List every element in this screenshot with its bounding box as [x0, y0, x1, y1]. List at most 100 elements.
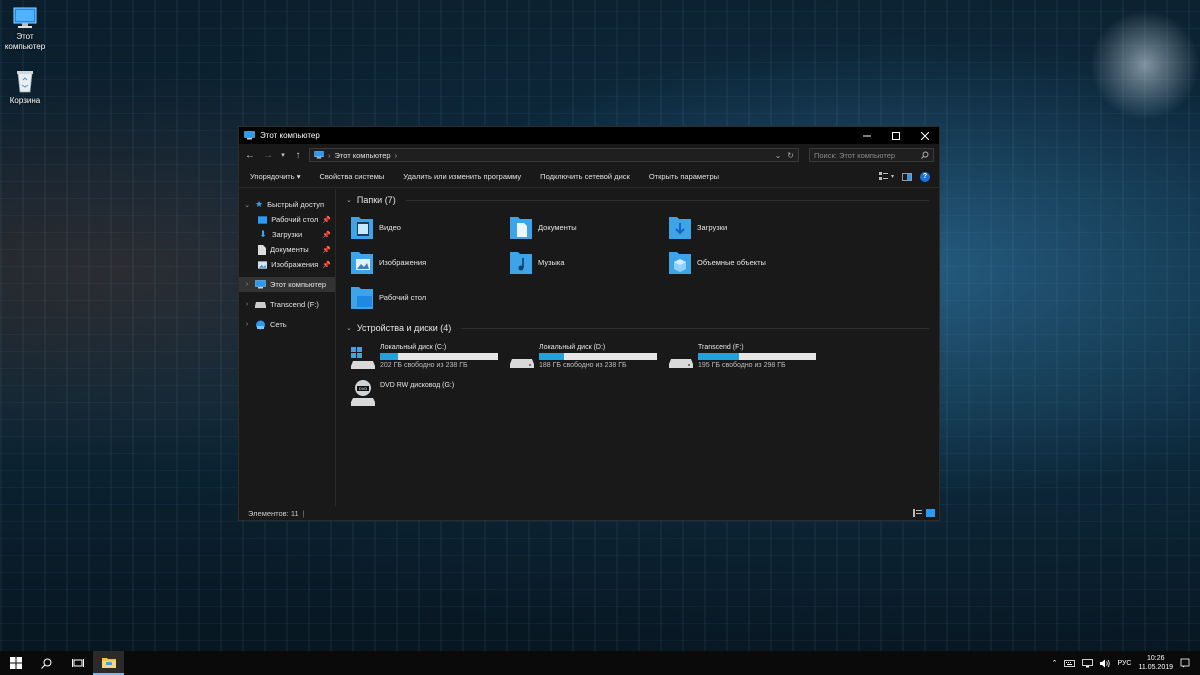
- drive-d[interactable]: Локальный диск (D:) 188 ГБ свободно из 2…: [509, 341, 668, 373]
- folder-3d-objects[interactable]: Объемные объекты: [668, 248, 827, 276]
- folder-desktop[interactable]: Рабочий стол: [350, 283, 509, 311]
- pin-icon[interactable]: 📌: [322, 261, 331, 269]
- back-button[interactable]: ←: [243, 150, 257, 161]
- folder-videos[interactable]: Видео: [350, 213, 509, 241]
- search-placeholder: Поиск: Этот компьютер: [814, 150, 896, 160]
- large-icons-view-icon[interactable]: [926, 509, 935, 517]
- group-header-folders[interactable]: ⌄ Папки (7): [346, 193, 939, 207]
- group-header-devices[interactable]: ⌄ Устройства и диски (4): [346, 321, 939, 335]
- refresh-icon[interactable]: ↻: [787, 151, 794, 160]
- title-bar[interactable]: Этот компьютер: [239, 127, 939, 144]
- dvd-drive-icon: DVD: [351, 380, 375, 406]
- task-view-icon: [71, 659, 84, 667]
- uninstall-program-button[interactable]: Удалить или изменить программу: [403, 172, 521, 181]
- address-dropdown-icon[interactable]: ⌄: [775, 151, 782, 160]
- computer-icon: [314, 151, 324, 159]
- close-button[interactable]: [910, 127, 939, 144]
- folder-label: Видео: [379, 222, 401, 232]
- chevron-right-icon[interactable]: ›: [243, 301, 251, 308]
- maximize-button[interactable]: [881, 127, 910, 144]
- pin-icon[interactable]: 📌: [322, 231, 331, 239]
- desktop-icon-label: Этот компьютер: [4, 32, 46, 51]
- map-network-drive-button[interactable]: Подключить сетевой диск: [540, 172, 630, 181]
- language-indicator[interactable]: РУС: [1117, 660, 1131, 667]
- music-folder-icon: [510, 252, 532, 274]
- search-button[interactable]: [31, 651, 62, 675]
- notifications-icon[interactable]: [1180, 658, 1190, 668]
- forward-button[interactable]: →: [261, 150, 275, 161]
- nav-transcend-drive[interactable]: › Transcend (F:): [239, 297, 335, 312]
- drive-usage-fill: [539, 353, 564, 360]
- preview-pane-icon[interactable]: [902, 172, 912, 181]
- details-view-icon[interactable]: [913, 509, 922, 517]
- keyboard-icon[interactable]: [1064, 659, 1076, 668]
- drive-g-dvd[interactable]: DVD DVD RW дисковод (G:): [350, 379, 509, 411]
- desktop-folder-icon: [351, 287, 373, 309]
- organize-button[interactable]: Упорядочить ▾: [250, 172, 300, 181]
- divider: [405, 199, 929, 201]
- nav-item-desktop[interactable]: Рабочий стол 📌: [239, 212, 335, 227]
- nav-item-downloads[interactable]: ⬇ Загрузки 📌: [239, 227, 335, 242]
- open-settings-button[interactable]: Открыть параметры: [649, 172, 719, 181]
- computer-icon: [13, 7, 37, 28]
- folder-downloads[interactable]: Загрузки: [668, 213, 827, 241]
- drive-label: Локальный диск (D:): [539, 344, 606, 351]
- chevron-down-icon[interactable]: ⌄: [346, 196, 352, 204]
- breadcrumb[interactable]: Этот компьютер: [335, 151, 391, 160]
- chevron-right-icon[interactable]: ›: [243, 281, 251, 288]
- nav-label: Изображения: [271, 260, 319, 269]
- nav-item-pictures[interactable]: Изображения 📌: [239, 257, 335, 272]
- divider: [461, 327, 929, 329]
- drive-free-space: 188 ГБ свободно из 238 ГБ: [539, 362, 627, 369]
- folder-music[interactable]: Музыка: [509, 248, 668, 276]
- nav-this-pc[interactable]: › Этот компьютер: [239, 277, 335, 292]
- documents-folder-icon: [510, 217, 532, 239]
- minimize-button[interactable]: [852, 127, 881, 144]
- nav-item-documents[interactable]: Документы 📌: [239, 242, 335, 257]
- pin-icon[interactable]: 📌: [322, 246, 331, 254]
- 3d-objects-folder-icon: [669, 252, 691, 274]
- search-icon: [921, 151, 929, 159]
- folder-documents[interactable]: Документы: [509, 213, 668, 241]
- chevron-down-icon[interactable]: ⌄: [346, 324, 352, 332]
- network-icon[interactable]: [1082, 658, 1094, 668]
- system-properties-button[interactable]: Свойства системы: [319, 172, 384, 181]
- drive-f[interactable]: Transcend (F:) 195 ГБ свободно из 298 ГБ: [668, 341, 827, 373]
- command-bar: Упорядочить ▾ Свойства системы Удалить и…: [239, 166, 939, 188]
- up-button[interactable]: ↑: [291, 150, 305, 161]
- drive-c[interactable]: Локальный диск (C:) 202 ГБ свободно из 2…: [350, 341, 509, 373]
- video-folder-icon: [351, 217, 373, 239]
- task-view-button[interactable]: [62, 651, 93, 675]
- chevron-right-icon[interactable]: ›: [243, 321, 251, 328]
- nav-network[interactable]: › Сеть: [239, 317, 335, 332]
- view-options-button[interactable]: ▾: [878, 172, 894, 181]
- clock[interactable]: 10:26 11.05.2019: [1138, 654, 1173, 672]
- chevron-up-icon[interactable]: ⌃: [1052, 659, 1058, 667]
- nav-label: Документы: [270, 245, 309, 254]
- nav-quick-access[interactable]: ⌄ ★ Быстрый доступ: [239, 197, 335, 212]
- network-icon: [256, 320, 265, 329]
- help-icon[interactable]: ?: [920, 171, 930, 182]
- nav-label: Сеть: [270, 320, 287, 329]
- drive-usage-fill: [380, 353, 398, 360]
- group-title: Устройства и диски (4): [356, 323, 452, 333]
- drive-usage-fill: [698, 353, 740, 360]
- chevron-down-icon[interactable]: ⌄: [243, 201, 251, 209]
- taskbar-explorer-button[interactable]: [93, 651, 124, 675]
- nav-label: Этот компьютер: [270, 280, 327, 289]
- view-grid-icon: [878, 172, 888, 180]
- background-light: [1090, 10, 1200, 120]
- address-field[interactable]: › Этот компьютер › ⌄ ↻: [309, 148, 799, 162]
- recent-locations-button[interactable]: ▾: [279, 151, 287, 159]
- pin-icon[interactable]: 📌: [322, 216, 331, 224]
- nav-label: Transcend (F:): [270, 300, 319, 309]
- desktop-icon-recycle-bin[interactable]: Корзина: [2, 68, 48, 106]
- folder-label: Загрузки: [697, 222, 728, 232]
- start-button[interactable]: [0, 651, 31, 675]
- volume-icon[interactable]: [1100, 659, 1111, 668]
- folder-pictures[interactable]: Изображения: [350, 248, 509, 276]
- breadcrumb-chevron-icon[interactable]: ›: [395, 151, 398, 160]
- nav-label: Быстрый доступ: [267, 200, 325, 209]
- search-input[interactable]: Поиск: Этот компьютер: [809, 148, 934, 162]
- desktop-icon-this-pc[interactable]: Этот компьютер: [2, 6, 48, 52]
